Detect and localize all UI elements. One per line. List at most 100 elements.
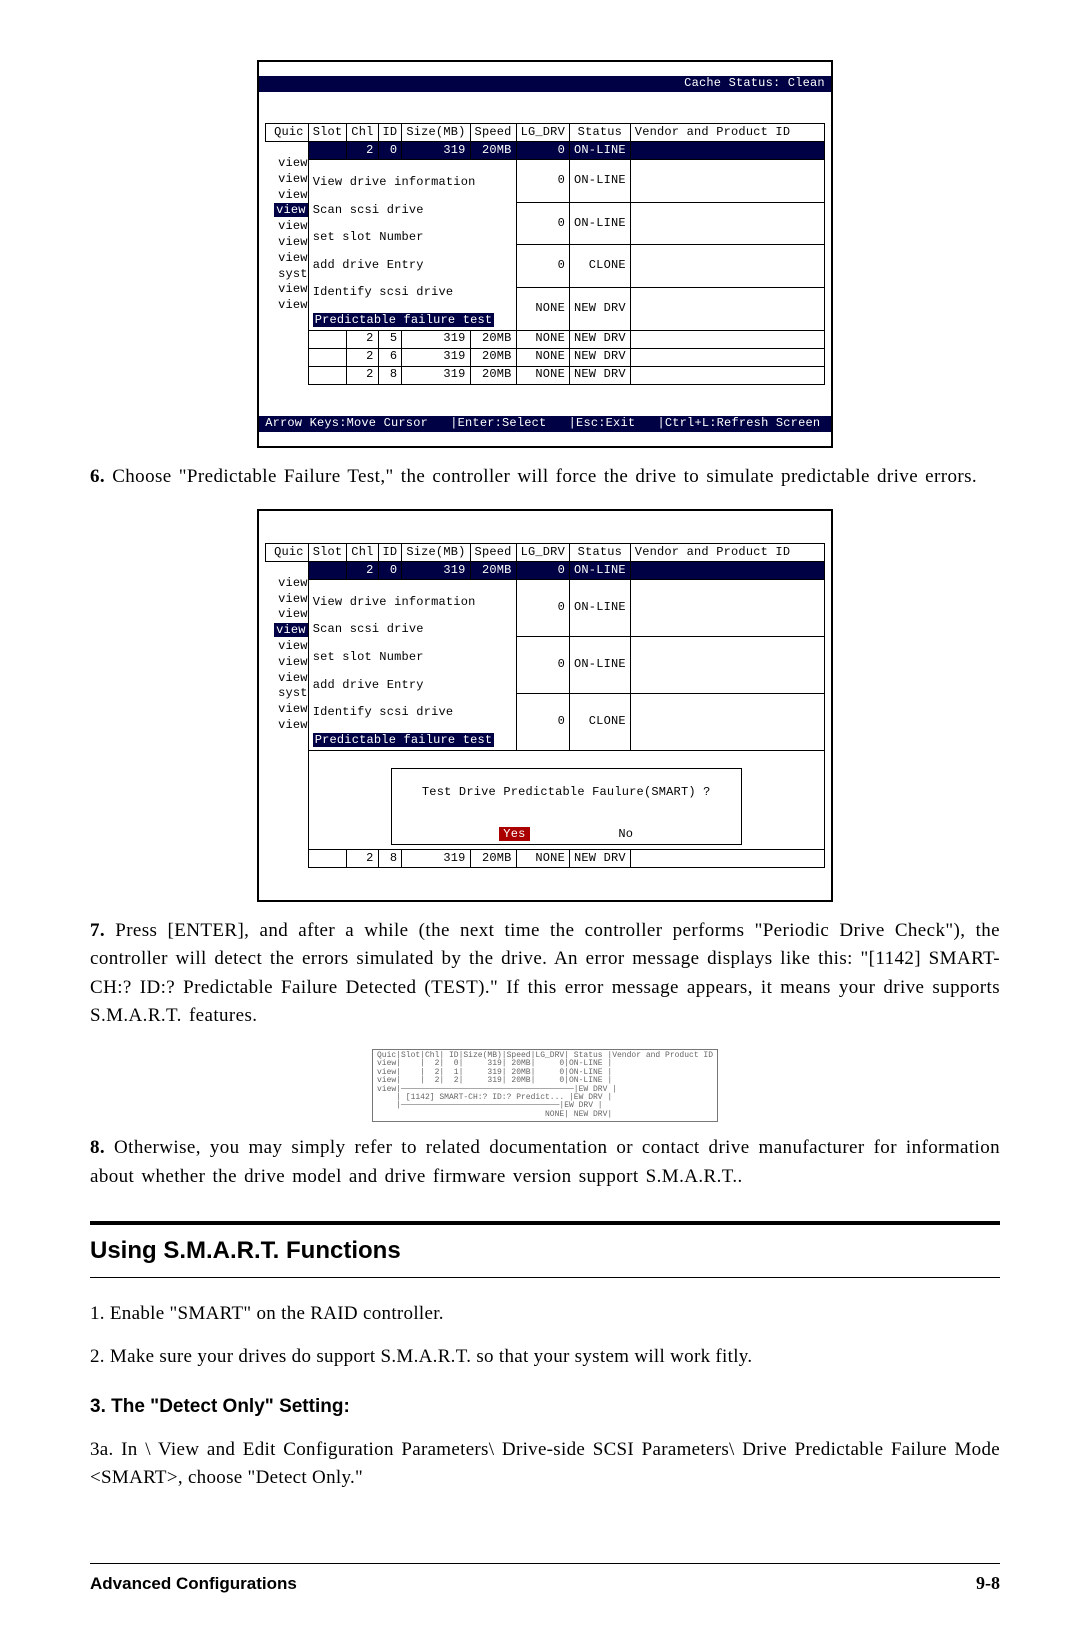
yes-button[interactable]: Yes [499, 827, 529, 841]
cell: CLONE [569, 693, 630, 750]
page-footer: Advanced Configurations 9-8 [90, 1563, 1000, 1597]
hdr-speed: Speed [470, 544, 516, 562]
smart-prompt: Test Drive Predictable Faulure(SMART) ? … [308, 750, 824, 850]
cell [308, 366, 347, 384]
cell: 0 [378, 562, 402, 580]
menu-item-selected[interactable]: Predictable failure test [313, 313, 495, 327]
menu-item[interactable]: Scan scsi drive [313, 203, 424, 217]
cell [308, 348, 347, 366]
hdr-size: Size(MB) [402, 544, 470, 562]
cell: 0 [516, 142, 569, 160]
menu-item[interactable]: set slot Number [313, 230, 424, 244]
cell: 20MB [470, 330, 516, 348]
screenshot-3-small: Quic|Slot|Chl| ID|Size(MB)|Speed|LG_DRV|… [372, 1049, 718, 1122]
cell: 2 [347, 850, 378, 868]
cell: 6 [378, 348, 402, 366]
cell: NEW DRV [569, 288, 630, 331]
menu-item[interactable]: add drive Entry [313, 678, 424, 692]
menu-item[interactable]: Scan scsi drive [313, 622, 424, 636]
cell [308, 850, 347, 868]
cell: 0 [516, 245, 569, 288]
screenshot-2: Quic Slot Chl ID Size(MB) Speed LG_DRV S… [257, 509, 833, 902]
cell: 2 [347, 366, 378, 384]
cell: 0 [516, 580, 569, 637]
menu-item[interactable]: View drive information [313, 175, 476, 189]
cell: 319 [402, 348, 470, 366]
cell: 0 [516, 693, 569, 750]
cell: CLONE [569, 245, 630, 288]
cell: ON-LINE [569, 142, 630, 160]
hdr-status: Status [569, 124, 630, 142]
menu-item[interactable]: Identify scsi drive [313, 285, 454, 299]
hdr-slot: Slot [308, 544, 347, 562]
cell: 20MB [470, 850, 516, 868]
step-8-num: 8. [90, 1137, 105, 1158]
cell [630, 562, 824, 580]
cell: 8 [378, 850, 402, 868]
menu-item[interactable]: Identify scsi drive [313, 705, 454, 719]
hdr-id: ID [378, 124, 402, 142]
step-6-para: 6. Choose "Predictable Failure Test," th… [90, 463, 1000, 492]
popup-menu[interactable]: View drive information Scan scsi drive s… [308, 160, 516, 331]
menu-item[interactable]: set slot Number [313, 650, 424, 664]
cell: NONE [516, 288, 569, 331]
cell: 319 [402, 366, 470, 384]
hdr-vendor: Vendor and Product ID [630, 544, 824, 562]
cell: 0 [516, 160, 569, 203]
cell: NEW DRV [569, 850, 630, 868]
subheading-3: 3. The "Detect Only" Setting: [90, 1393, 1000, 1422]
step-8-text: Otherwise, you may simply refer to relat… [90, 1137, 1000, 1187]
cell [630, 142, 824, 160]
menu-item[interactable]: add drive Entry [313, 258, 424, 272]
hdr-id: ID [378, 544, 402, 562]
hdr-chl: Chl [347, 124, 378, 142]
no-button[interactable]: No [618, 827, 633, 841]
cell: 20MB [470, 562, 516, 580]
menu-item[interactable]: View drive information [313, 595, 476, 609]
section-heading: Using S.M.A.R.T. Functions [90, 1221, 1000, 1278]
hdr-vendor: Vendor and Product ID [630, 124, 824, 142]
menu-item-selected[interactable]: Predictable failure test [313, 733, 495, 747]
cell: 0 [516, 562, 569, 580]
cell: NEW DRV [569, 330, 630, 348]
cell [630, 330, 824, 348]
popup-menu[interactable]: View drive information Scan scsi drive s… [308, 580, 516, 751]
list-item-2: 2. Make sure your drives do support S.M.… [90, 1343, 1000, 1372]
sidebar-labels: viewviewviewviewviewviewviewsystviewview [266, 156, 308, 314]
list-item-1: 1. Enable "SMART" on the RAID controller… [90, 1300, 1000, 1329]
cell: 5 [378, 330, 402, 348]
cell: 8 [378, 366, 402, 384]
list-item-3a: 3a. In \ View and Edit Configuration Par… [90, 1436, 1000, 1493]
cell: NONE [516, 330, 569, 348]
hdr-chl: Chl [347, 544, 378, 562]
cell: 0 [516, 202, 569, 245]
step-6-text: Choose "Predictable Failure Test," the c… [105, 466, 977, 487]
cell: ON-LINE [569, 580, 630, 637]
cell [630, 366, 824, 384]
step-6-num: 6. [90, 466, 105, 487]
hdr-lgdrv: LG_DRV [516, 544, 569, 562]
footer-left: Advanced Configurations [90, 1571, 297, 1597]
cell: 2 [347, 142, 378, 160]
cell: 319 [402, 850, 470, 868]
hdr-quic: Quic [266, 124, 309, 142]
cell: 2 [347, 562, 378, 580]
footer-right: 9-8 [976, 1570, 1000, 1597]
cell: 0 [516, 636, 569, 693]
cell: NEW DRV [569, 366, 630, 384]
scsi-table-1: Quic Slot Chl ID Size(MB) Speed LG_DRV S… [265, 123, 825, 385]
step-7-num: 7. [90, 920, 105, 941]
cell: ON-LINE [569, 562, 630, 580]
hdr-size: Size(MB) [402, 124, 470, 142]
cell: 20MB [470, 142, 516, 160]
prompt-text: Test Drive Predictable Faulure(SMART) ? [422, 785, 711, 799]
cell: NONE [516, 366, 569, 384]
cell: ON-LINE [569, 636, 630, 693]
cell: 2 [347, 330, 378, 348]
cell: 319 [402, 142, 470, 160]
hdr-slot: Slot [308, 124, 347, 142]
cell [308, 562, 347, 580]
cell: NEW DRV [569, 348, 630, 366]
cell: NONE [516, 850, 569, 868]
cell: 20MB [470, 348, 516, 366]
